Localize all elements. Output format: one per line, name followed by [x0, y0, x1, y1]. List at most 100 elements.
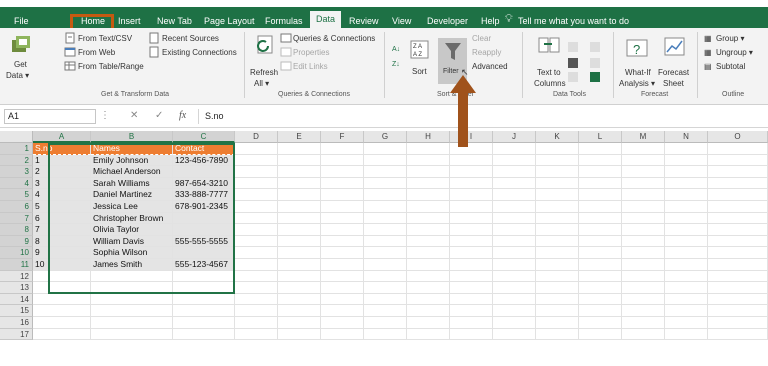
- empty-cell[interactable]: [321, 328, 364, 341]
- text-to-columns-line2[interactable]: Columns: [534, 78, 566, 89]
- empty-cell[interactable]: [364, 166, 407, 178]
- empty-cell[interactable]: [235, 317, 278, 329]
- empty-cell[interactable]: [450, 224, 493, 236]
- empty-cell[interactable]: [493, 201, 536, 213]
- empty-cell[interactable]: [235, 201, 278, 213]
- tab-developer[interactable]: Developer: [427, 14, 468, 28]
- empty-cell[interactable]: [665, 143, 708, 155]
- queries-connections-button[interactable]: Queries & Connections: [293, 33, 375, 44]
- empty-cell[interactable]: [235, 247, 278, 259]
- empty-cell[interactable]: [622, 293, 665, 306]
- empty-cell[interactable]: [665, 293, 708, 306]
- empty-cell[interactable]: [278, 224, 321, 236]
- empty-cell[interactable]: [450, 247, 493, 259]
- empty-cell[interactable]: [321, 305, 364, 317]
- empty-cell[interactable]: [321, 270, 364, 283]
- row-header[interactable]: 6: [0, 201, 33, 213]
- row-header[interactable]: 8: [0, 224, 33, 236]
- empty-cell[interactable]: [33, 293, 91, 306]
- row-header[interactable]: 5: [0, 189, 33, 201]
- empty-cell[interactable]: [321, 247, 364, 259]
- empty-cell[interactable]: [278, 247, 321, 259]
- empty-cell[interactable]: [235, 270, 278, 283]
- empty-cell[interactable]: [321, 235, 364, 248]
- table-cell[interactable]: 123-456-7890: [173, 154, 235, 167]
- column-header-k[interactable]: K: [536, 131, 579, 143]
- empty-cell[interactable]: [407, 259, 450, 271]
- row-header[interactable]: 17: [0, 328, 33, 341]
- empty-cell[interactable]: [536, 154, 579, 167]
- table-cell[interactable]: Sophia Wilson: [91, 247, 173, 259]
- empty-cell[interactable]: [278, 259, 321, 271]
- reapply-filter-button[interactable]: Reapply: [472, 47, 501, 58]
- empty-cell[interactable]: [579, 154, 622, 167]
- empty-cell[interactable]: [493, 317, 536, 329]
- empty-cell[interactable]: [536, 282, 579, 294]
- empty-cell[interactable]: [450, 189, 493, 201]
- empty-cell[interactable]: [364, 259, 407, 271]
- empty-cell[interactable]: [536, 328, 579, 341]
- empty-cell[interactable]: [321, 154, 364, 167]
- column-header-f[interactable]: F: [321, 131, 364, 143]
- table-cell[interactable]: [173, 166, 235, 178]
- empty-cell[interactable]: [173, 282, 235, 294]
- row-header[interactable]: 10: [0, 247, 33, 259]
- empty-cell[interactable]: [536, 247, 579, 259]
- empty-cell[interactable]: [364, 293, 407, 306]
- empty-cell[interactable]: [493, 143, 536, 155]
- formula-input[interactable]: S.no: [198, 109, 764, 124]
- refresh-all-line2[interactable]: All ▾: [254, 78, 269, 89]
- empty-cell[interactable]: [407, 293, 450, 306]
- empty-cell[interactable]: [33, 317, 91, 329]
- empty-cell[interactable]: [622, 166, 665, 178]
- empty-cell[interactable]: [91, 293, 173, 306]
- refresh-all-line1[interactable]: Refresh: [250, 67, 278, 78]
- empty-cell[interactable]: [407, 189, 450, 201]
- from-web-button[interactable]: From Web: [78, 47, 115, 58]
- column-header-h[interactable]: H: [407, 131, 450, 143]
- empty-cell[interactable]: [665, 305, 708, 317]
- cancel-icon[interactable]: ✕: [130, 110, 138, 121]
- from-text-csv-button[interactable]: From Text/CSV: [78, 33, 132, 44]
- column-header-a[interactable]: A: [33, 131, 91, 143]
- empty-cell[interactable]: [622, 247, 665, 259]
- empty-cell[interactable]: [91, 305, 173, 317]
- empty-cell[interactable]: [622, 235, 665, 248]
- empty-cell[interactable]: [235, 177, 278, 190]
- empty-cell[interactable]: [579, 201, 622, 213]
- empty-cell[interactable]: [708, 282, 768, 294]
- sort-button[interactable]: Sort: [412, 66, 427, 77]
- empty-cell[interactable]: [278, 154, 321, 167]
- table-cell[interactable]: 987-654-3210: [173, 177, 235, 190]
- empty-cell[interactable]: [493, 305, 536, 317]
- table-cell[interactable]: 7: [33, 224, 91, 236]
- column-header-c[interactable]: C: [173, 131, 235, 143]
- forecast-sheet-line1[interactable]: Forecast: [658, 67, 689, 78]
- advanced-filter-button[interactable]: Advanced: [472, 61, 508, 72]
- text-to-columns-line1[interactable]: Text to: [537, 67, 561, 78]
- empty-cell[interactable]: [235, 235, 278, 248]
- empty-cell[interactable]: [536, 259, 579, 271]
- tell-me-search[interactable]: Tell me what you want to do: [518, 14, 629, 28]
- empty-cell[interactable]: [278, 293, 321, 306]
- column-header-n[interactable]: N: [665, 131, 708, 143]
- empty-cell[interactable]: [622, 201, 665, 213]
- column-header-b[interactable]: B: [91, 131, 173, 143]
- row-header[interactable]: 9: [0, 235, 33, 248]
- empty-cell[interactable]: [278, 177, 321, 190]
- empty-cell[interactable]: [622, 212, 665, 225]
- empty-cell[interactable]: [708, 305, 768, 317]
- empty-cell[interactable]: [278, 166, 321, 178]
- row-header[interactable]: 2: [0, 154, 33, 167]
- column-header-j[interactable]: J: [493, 131, 536, 143]
- empty-cell[interactable]: [364, 154, 407, 167]
- empty-cell[interactable]: [493, 177, 536, 190]
- empty-cell[interactable]: [579, 224, 622, 236]
- table-cell[interactable]: 555-555-5555: [173, 235, 235, 248]
- table-cell[interactable]: 3: [33, 177, 91, 190]
- empty-cell[interactable]: [579, 259, 622, 271]
- empty-cell[interactable]: [493, 166, 536, 178]
- empty-cell[interactable]: [493, 224, 536, 236]
- clear-filter-button[interactable]: Clear: [472, 33, 491, 44]
- empty-cell[interactable]: [173, 293, 235, 306]
